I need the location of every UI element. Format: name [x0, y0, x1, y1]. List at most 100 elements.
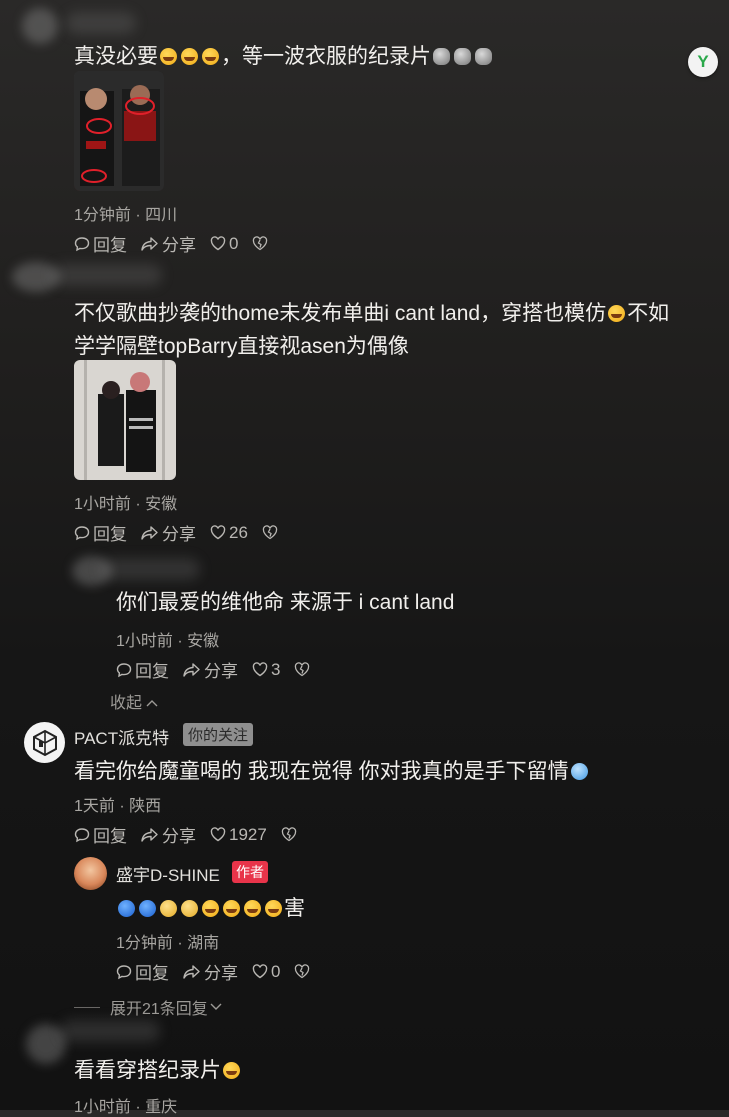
reply-label: 回复 [135, 964, 169, 983]
broken-heart-icon [262, 525, 278, 540]
laugh-cry-emoji-icon [202, 48, 219, 65]
comment-actions: 回复 分享 1927 [74, 822, 314, 847]
comment-text-line: 不如 [627, 302, 670, 325]
reply-button[interactable]: 回复 [116, 657, 169, 682]
reply-button[interactable]: 回复 [74, 822, 127, 847]
comment-text: 真没必要 ，等一波衣服的纪录片 [74, 40, 494, 73]
comment-actions: 回复 分享 0 [74, 231, 285, 256]
share-icon [141, 525, 158, 540]
reply-icon [116, 662, 132, 677]
grin-emoji-icon [244, 900, 261, 917]
laugh-cry-emoji-icon [223, 1062, 240, 1079]
comment-meta: 1天前 · 陕西 [74, 798, 162, 815]
avatar[interactable] [24, 722, 65, 763]
dislike-button[interactable] [294, 964, 313, 979]
like-count: 0 [271, 961, 281, 981]
share-icon [183, 964, 200, 979]
heart-icon [252, 964, 268, 979]
like-button[interactable]: 0 [252, 962, 280, 982]
laugh-cry-emoji-icon [223, 900, 240, 917]
collapse-replies-button[interactable]: 收起 [110, 689, 158, 713]
following-tag: 你的关注 [183, 723, 254, 746]
comment-actions: 回复 分享 0 [116, 959, 327, 984]
laugh-cry-emoji-icon [202, 900, 219, 917]
comment-actions: 回复 分享 3 [116, 657, 327, 682]
collapse-label: 收起 [110, 695, 143, 712]
cat-emoji-icon [454, 48, 471, 65]
share-button[interactable]: 分享 [141, 520, 196, 545]
like-button[interactable]: 3 [252, 660, 280, 680]
cat-emoji-icon [475, 48, 492, 65]
verified-badge-icon[interactable]: Y [688, 47, 718, 77]
reply-label: 回复 [93, 525, 127, 544]
comment-text-content: 看看穿搭纪录片 [74, 1059, 221, 1082]
comment-text: 不仅歌曲抄袭的thome未发布单曲i cant land，穿搭也模仿 不如 [74, 297, 669, 330]
like-count: 1927 [229, 824, 267, 844]
avatar[interactable] [74, 857, 107, 890]
dislike-button[interactable] [281, 827, 300, 842]
comment-text: 你们最爱的维他命 来源于 i cant land [116, 591, 455, 614]
author-tag: 作者 [232, 861, 268, 883]
comment-image[interactable] [74, 360, 176, 480]
pact-logo-icon [32, 729, 57, 756]
username-blurred[interactable] [60, 1020, 160, 1042]
dislike-button[interactable] [262, 525, 281, 540]
avatar[interactable] [22, 8, 58, 44]
comment-text-line: 不仅歌曲抄袭的thome未发布单曲i cant land，穿搭也模仿 [74, 302, 607, 325]
expand-replies-button[interactable]: 展开21条回复 [74, 995, 222, 1019]
like-button[interactable]: 26 [210, 523, 248, 543]
laugh-cry-emoji-icon [608, 305, 626, 322]
share-label: 分享 [204, 964, 238, 983]
comment-meta: 1小时前 · 安徽 [74, 496, 178, 513]
share-button[interactable]: 分享 [141, 822, 196, 847]
username-blurred[interactable] [52, 264, 162, 286]
share-button[interactable]: 分享 [183, 657, 238, 682]
grin-emoji-icon [265, 900, 282, 917]
reply-button[interactable]: 回复 [116, 959, 169, 984]
reply-icon [74, 827, 90, 842]
like-button[interactable]: 1927 [210, 825, 267, 845]
dislike-button[interactable] [252, 236, 271, 251]
sweat-emoji-icon [570, 763, 588, 780]
reply-icon [116, 964, 132, 979]
reply-label: 回复 [93, 236, 127, 255]
reply-button[interactable]: 回复 [74, 520, 127, 545]
photo-illustration [74, 360, 176, 480]
comment-text-part: 真没必要 [74, 45, 158, 68]
reply-label: 回复 [135, 662, 169, 681]
chevron-up-icon [146, 700, 158, 707]
photo-illustration [74, 71, 164, 191]
cat-emoji-icon [433, 48, 450, 65]
comment-meta: 1小时前 · 安徽 [116, 633, 220, 650]
username[interactable]: PACT派克特 [74, 724, 169, 749]
comment-text-line2: 学学隔壁topBarry直接视asen为偶像 [74, 335, 409, 358]
comment-image[interactable] [74, 71, 164, 191]
comment-text: 看完你给魔童喝的 我现在觉得 你对我真的是手下留情 [74, 755, 590, 788]
share-icon [183, 662, 200, 677]
heart-icon [252, 662, 268, 677]
comment-text-content: 看完你给魔童喝的 我现在觉得 你对我真的是手下留情 [74, 760, 569, 783]
expand-label: 展开21条回复 [110, 1001, 208, 1018]
username-blurred[interactable] [100, 558, 200, 580]
share-button[interactable]: 分享 [141, 231, 196, 256]
reply-icon [74, 525, 90, 540]
share-label: 分享 [162, 827, 196, 846]
comment-text: 看看穿搭纪录片 [74, 1054, 242, 1087]
share-label: 分享 [204, 662, 238, 681]
cry-emoji-icon [181, 900, 198, 917]
blue-face-emoji-icon [139, 900, 156, 917]
username[interactable]: 盛宇D-SHINE [116, 861, 220, 886]
laugh-cry-emoji-icon [160, 48, 177, 65]
share-icon [141, 827, 158, 842]
divider-line [74, 1006, 100, 1008]
share-button[interactable]: 分享 [183, 959, 238, 984]
dislike-button[interactable] [294, 662, 313, 677]
like-count: 26 [229, 522, 248, 542]
comment-text-tail: 害 [284, 897, 305, 920]
comment-meta: 1小时前 · 重庆 [74, 1099, 178, 1116]
broken-heart-icon [295, 662, 310, 677]
username-blurred[interactable] [66, 12, 136, 34]
like-count: 0 [229, 233, 239, 253]
like-button[interactable]: 0 [210, 234, 238, 254]
reply-button[interactable]: 回复 [74, 231, 127, 256]
